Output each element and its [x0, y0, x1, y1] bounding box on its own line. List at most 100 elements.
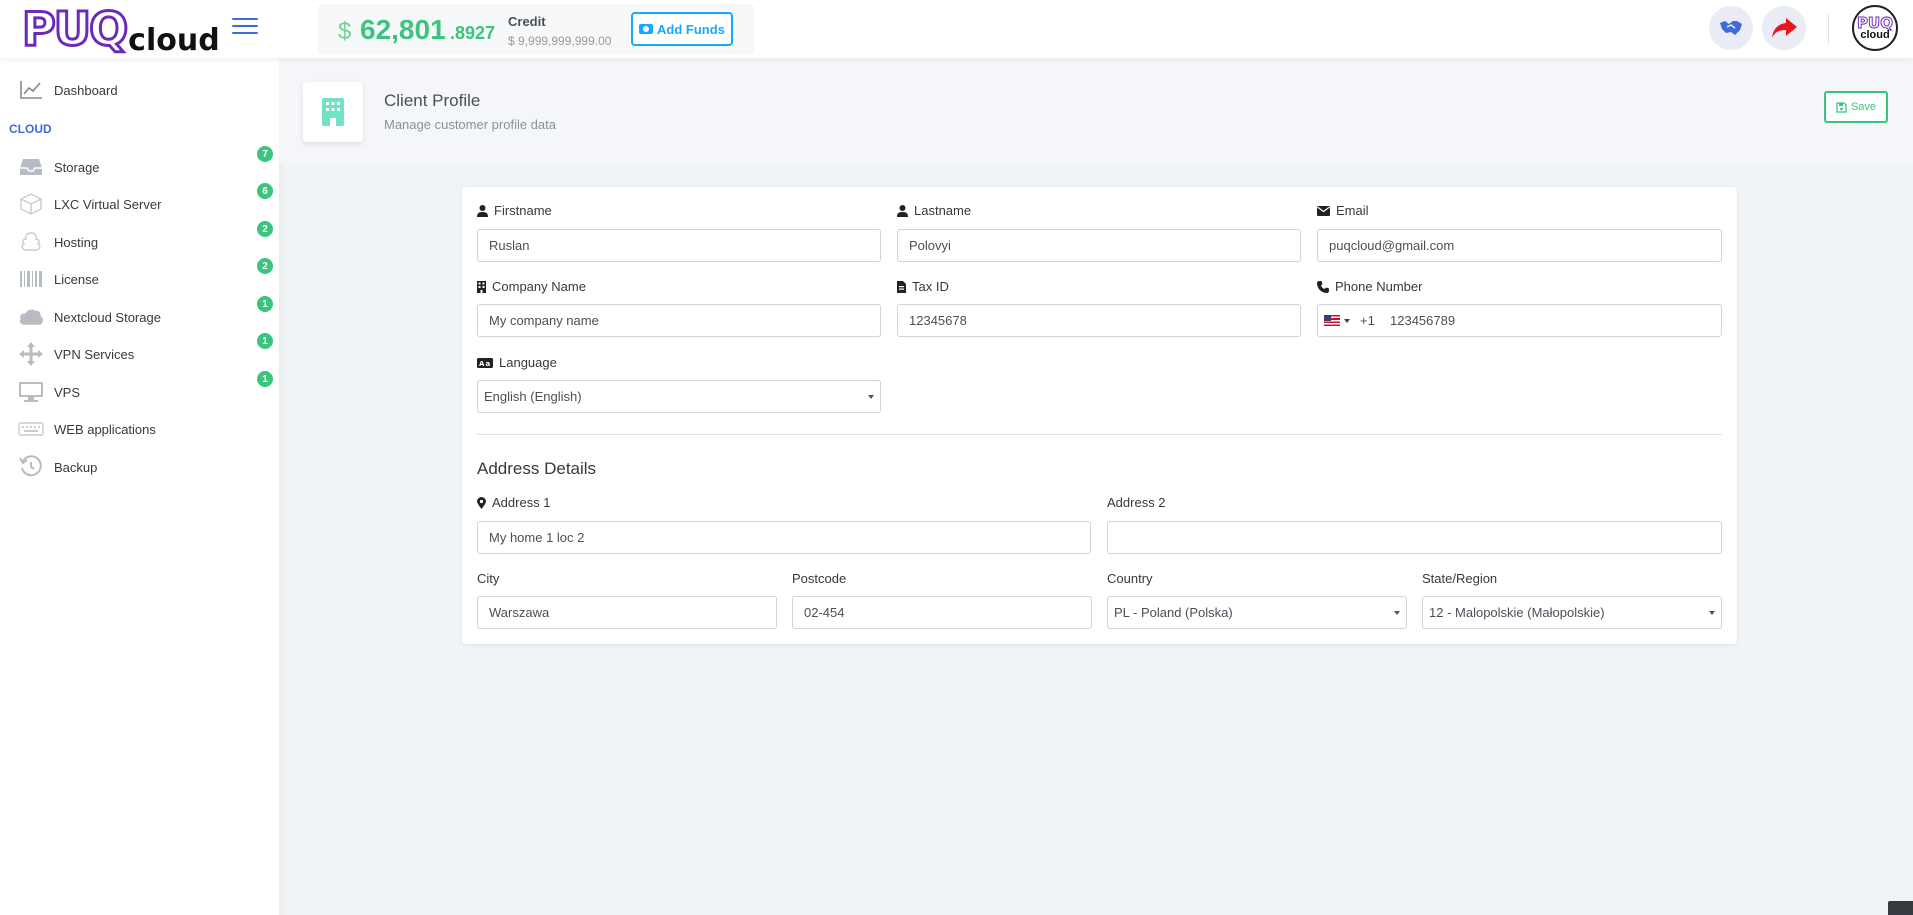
balance-panel: $ 62,801 .8927 Credit $ 9,999,999,999.00…	[318, 4, 754, 54]
history-icon	[18, 455, 44, 479]
building-icon	[303, 82, 363, 142]
language-label-text: Language	[499, 355, 557, 370]
building-icon	[477, 280, 486, 293]
page-title-bar: Client Profile Manage customer profile d…	[279, 58, 1913, 164]
firstname-label-text: Firstname	[494, 203, 552, 218]
company-name-label-text: Company Name	[492, 279, 586, 294]
profile-form-card: Firstname Lastname Email Company Name Ta…	[462, 187, 1737, 644]
sidebar-item-label: Storage	[54, 159, 100, 175]
money-bill-icon	[639, 24, 654, 34]
chevron-down-icon	[1709, 611, 1715, 615]
balance-currency: $	[338, 18, 352, 45]
address-1-input[interactable]	[477, 521, 1091, 554]
sidebar-item-label: Hosting	[54, 234, 99, 250]
balance-decimal: .8927	[450, 23, 496, 43]
arrows-icon	[18, 342, 44, 366]
phone-number-label: Phone Number	[1317, 279, 1422, 294]
sidebar-item-nextcloud-storage[interactable]: Nextcloud Storage	[0, 300, 279, 334]
cube-icon	[18, 192, 44, 216]
sidebar-item-hosting[interactable]: Hosting	[0, 225, 279, 259]
address-2-label-text: Address 2	[1107, 495, 1166, 510]
monitor-icon	[18, 380, 44, 404]
phone-number-input[interactable]	[1317, 304, 1722, 337]
avatar[interactable]: PUQ cloud	[1852, 5, 1898, 51]
tax-id-input[interactable]	[897, 304, 1301, 337]
logout-button[interactable]	[1762, 6, 1806, 50]
floppy-disk-icon	[1836, 101, 1847, 113]
sidebar-item-label: LXC Virtual Server	[54, 196, 162, 212]
sidebar-item-lxc-virtual-server[interactable]: LXC Virtual Server	[0, 187, 279, 221]
sidebar-item-label: Backup	[54, 459, 98, 475]
address-1-label: Address 1	[477, 495, 551, 510]
language-select-value: English (English)	[484, 389, 582, 404]
save-button[interactable]: Save	[1824, 91, 1888, 123]
hamburger-menu-icon[interactable]	[232, 18, 258, 38]
credit-label: Credit	[508, 14, 546, 29]
email-input[interactable]	[1317, 229, 1722, 262]
logo[interactable]: PUQ cloud	[20, 5, 219, 56]
phone-icon	[1317, 280, 1329, 293]
email-label: Email	[1317, 203, 1369, 218]
sidebar-item-label: WEB applications	[54, 421, 156, 437]
state-region-select-value: 12 - Malopolskie (Małopolskie)	[1429, 605, 1605, 620]
handshake-icon	[1720, 21, 1742, 35]
sidebar-item-backup[interactable]: Backup	[0, 450, 279, 484]
address-section-title: Address Details	[477, 459, 597, 478]
map-marker-icon	[477, 496, 486, 509]
postcode-input[interactable]	[792, 596, 1092, 629]
envelope-icon	[1317, 205, 1330, 216]
avatar-text-sub: cloud	[1860, 28, 1890, 41]
top-header: PUQ cloud $ 62,801 .8927 Credit $ 9,999,…	[0, 0, 1913, 58]
language-select[interactable]: English (English)	[477, 380, 881, 413]
country-label: Country	[1107, 571, 1153, 586]
user-icon	[897, 204, 908, 217]
state-region-select[interactable]: 12 - Malopolskie (Małopolskie)	[1422, 596, 1722, 629]
city-label-text: City	[477, 571, 500, 586]
section-divider	[477, 434, 1722, 435]
sidebar-item-license[interactable]: License	[0, 262, 279, 296]
phone-number-label-text: Phone Number	[1335, 279, 1423, 294]
page-title: Client Profile	[384, 91, 481, 110]
lastname-input[interactable]	[897, 229, 1301, 262]
sidebar-item-vpn-services[interactable]: VPN Services	[0, 337, 279, 371]
avatar-text-main: PUQ	[1857, 13, 1894, 32]
count-badge: 6	[257, 183, 273, 199]
sidebar-item-label: Dashboard	[54, 82, 118, 98]
tax-id-label: Tax ID	[897, 279, 949, 294]
tax-id-label-text: Tax ID	[912, 279, 949, 294]
count-badge: 7	[257, 146, 273, 162]
chevron-down-icon	[1344, 318, 1350, 323]
add-funds-button[interactable]: Add Funds	[631, 12, 733, 46]
logo-sub-text: cloud	[128, 23, 220, 58]
postcode-label: Postcode	[792, 571, 846, 586]
count-badge: 1	[257, 296, 273, 312]
postcode-label-text: Postcode	[792, 571, 847, 586]
state-region-label: State/Region	[1422, 571, 1497, 586]
sidebar-item-storage[interactable]: Storage	[0, 150, 279, 184]
city-input[interactable]	[477, 596, 777, 629]
sidebar-item-label: VPS	[54, 384, 81, 400]
sidebar-item-vps[interactable]: VPS	[0, 375, 279, 409]
handshake-button[interactable]	[1709, 6, 1753, 50]
sidebar-item-web-applications[interactable]: WEB applications	[0, 412, 279, 446]
svg-text:a: a	[486, 360, 491, 368]
corner-widget-icon[interactable]	[1888, 901, 1913, 915]
save-button-label: Save	[1850, 101, 1877, 113]
lastname-label-text: Lastname	[914, 203, 972, 218]
country-code-selector[interactable]: +1	[1324, 313, 1375, 328]
dial-code: +1	[1360, 313, 1375, 328]
company-name-label: Company Name	[477, 279, 586, 294]
inbox-icon	[18, 155, 44, 179]
file-invoice-icon	[897, 280, 906, 293]
header-separator	[1828, 14, 1829, 44]
firstname-input[interactable]	[477, 229, 881, 262]
sidebar-item-dashboard[interactable]: Dashboard	[0, 73, 279, 107]
count-badge: 2	[257, 258, 273, 274]
balance-integer: 62,801	[360, 14, 446, 45]
country-select[interactable]: PL - Poland (Polska)	[1107, 596, 1407, 629]
address-2-input[interactable]	[1107, 521, 1722, 554]
company-name-input[interactable]	[477, 304, 881, 337]
sidebar: Dashboard CLOUD Storage LXC Virtual Serv…	[0, 58, 279, 915]
lastname-label: Lastname	[897, 203, 971, 218]
email-label-text: Email	[1336, 203, 1369, 218]
